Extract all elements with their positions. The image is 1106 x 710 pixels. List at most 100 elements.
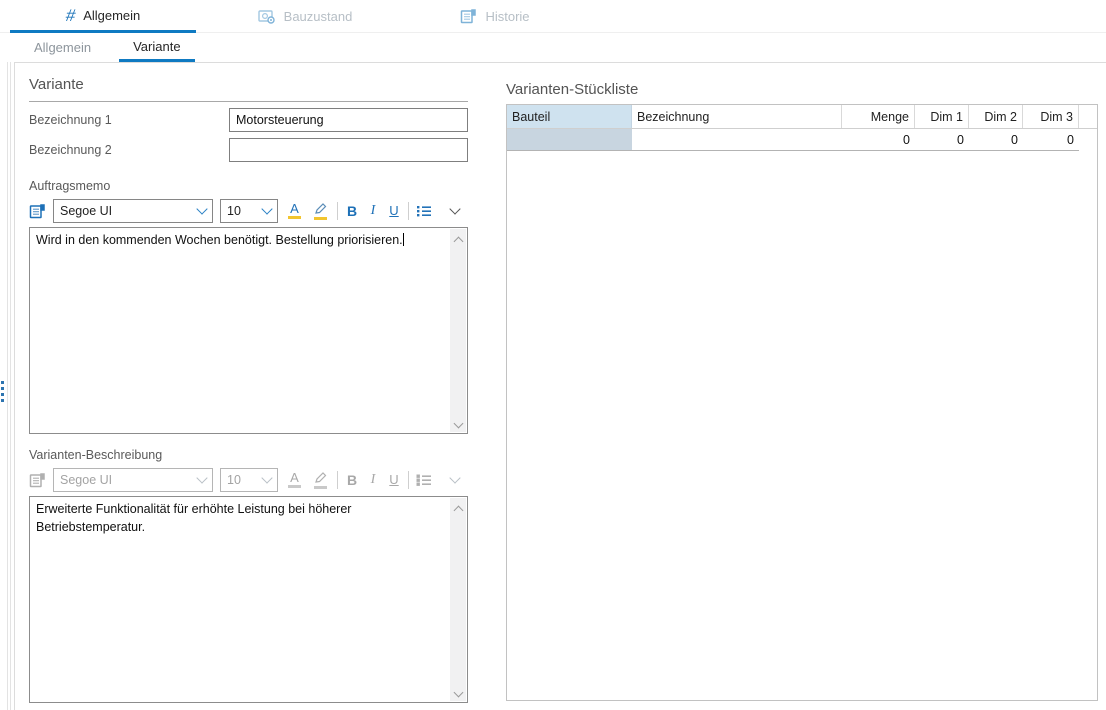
bullet-list-button[interactable] (416, 204, 432, 218)
bezeichnung2-row: Bezeichnung 2 (29, 138, 468, 162)
highlight-bar (314, 486, 327, 489)
font-color-bar (288, 485, 301, 488)
toolbar-separator (337, 471, 338, 489)
scroll-up-icon[interactable] (453, 506, 463, 516)
beschreibung-editor[interactable]: Erweiterte Funktionalität für erhöhte Le… (29, 496, 468, 703)
font-size-select[interactable]: 10 (220, 199, 278, 223)
tab-historie[interactable]: Historie (440, 0, 550, 33)
bullet-list-button-disabled[interactable] (416, 473, 432, 487)
cell-dim3[interactable]: 0 (1023, 129, 1079, 151)
italic-button[interactable]: I (366, 199, 380, 223)
cell-dim2[interactable]: 0 (969, 129, 1023, 151)
grid-header-row: Bauteil Bezeichnung Menge Dim 1 Dim 2 Di… (507, 105, 1097, 129)
tab-bauzustand[interactable]: Bauzustand (240, 0, 370, 33)
column-header-menge[interactable]: Menge (842, 105, 915, 128)
font-family-value: Segoe UI (60, 473, 112, 487)
column-header-bauteil[interactable]: Bauteil (507, 105, 632, 128)
chevron-down-icon (261, 472, 272, 483)
content-panel: Variante Bezeichnung 1 Bezeichnung 2 Auf… (14, 62, 1106, 710)
beschreibung-label: Varianten-Beschreibung (29, 448, 468, 462)
font-color-button-disabled[interactable]: A (285, 468, 304, 492)
column-header-filler (1079, 105, 1097, 128)
cell-bauteil[interactable] (507, 129, 632, 151)
font-color-label: A (290, 472, 299, 483)
column-header-dim3[interactable]: Dim 3 (1023, 105, 1079, 128)
table-row[interactable]: 0 0 0 0 (507, 129, 1097, 151)
stueckliste-section: Varianten-Stückliste Bauteil Bezeichnung… (506, 82, 1098, 701)
scroll-up-icon[interactable] (453, 237, 463, 247)
beschreibung-toolbar: Segoe UI 10 A (29, 467, 468, 493)
book-icon (460, 8, 477, 25)
tab-allgemein-label: Allgemein (83, 8, 140, 23)
subtab-variante-label: Variante (133, 39, 180, 54)
highlight-button[interactable] (311, 199, 330, 223)
underline-button[interactable]: U (387, 199, 401, 223)
font-color-bar (288, 216, 301, 219)
pencil-icon (314, 203, 327, 215)
subtab-allgemein[interactable]: Allgemein (20, 33, 105, 62)
variante-section-title: Variante (29, 77, 468, 102)
tab-bauzustand-label: Bauzustand (284, 9, 353, 24)
splitter-line (7, 62, 8, 710)
bezeichnung2-input[interactable] (229, 138, 468, 162)
cell-dim1[interactable]: 0 (915, 129, 969, 151)
italic-button-disabled[interactable]: I (366, 468, 380, 492)
memo-scrollbar[interactable] (450, 229, 466, 432)
toolbar-separator (337, 202, 338, 220)
toolbar-separator (408, 471, 409, 489)
more-options-chevron-icon[interactable] (449, 472, 460, 483)
bezeichnung2-label: Bezeichnung 2 (29, 143, 229, 157)
font-family-select[interactable]: Segoe UI (53, 199, 213, 223)
cell-menge[interactable]: 0 (842, 129, 915, 151)
font-color-label: A (290, 203, 299, 214)
hash-icon: # (64, 7, 76, 24)
bezeichnung1-input[interactable] (229, 108, 468, 132)
variante-form: Variante Bezeichnung 1 Bezeichnung 2 Auf… (29, 77, 468, 703)
auftragsmemo-label: Auftragsmemo (29, 179, 468, 193)
column-header-bezeichnung[interactable]: Bezeichnung (632, 105, 842, 128)
memo-book-icon (29, 203, 46, 220)
column-header-dim2[interactable]: Dim 2 (969, 105, 1023, 128)
subtab-variante[interactable]: Variante (119, 33, 194, 62)
bold-button[interactable]: B (345, 199, 359, 223)
pencil-icon (314, 472, 327, 484)
beschreibung-scrollbar[interactable] (450, 498, 466, 701)
splitter-line-2 (10, 62, 11, 710)
main-tab-bar: # Allgemein Bauzustand (0, 0, 1106, 33)
memo-book-icon (29, 472, 46, 489)
bold-button-disabled[interactable]: B (345, 468, 359, 492)
stueckliste-grid: Bauteil Bezeichnung Menge Dim 1 Dim 2 Di… (506, 104, 1098, 701)
beschreibung-text: Erweiterte Funktionalität für erhöhte Le… (36, 502, 351, 534)
toolbar-separator (408, 202, 409, 220)
more-options-chevron-icon[interactable] (449, 203, 460, 214)
tab-historie-label: Historie (485, 9, 529, 24)
subtab-allgemein-label: Allgemein (34, 40, 91, 55)
highlight-button-disabled[interactable] (311, 468, 330, 492)
tab-allgemein[interactable]: # Allgemein (10, 0, 196, 33)
font-family-select-disabled[interactable]: Segoe UI (53, 468, 213, 492)
bezeichnung1-label: Bezeichnung 1 (29, 113, 229, 127)
column-header-dim1[interactable]: Dim 1 (915, 105, 969, 128)
chevron-down-icon (261, 203, 272, 214)
font-color-button[interactable]: A (285, 199, 304, 223)
camera-gear-icon (258, 8, 276, 25)
font-size-value: 10 (227, 473, 241, 487)
auftragsmemo-editor[interactable]: Wird in den kommenden Wochen benötigt. B… (29, 227, 468, 434)
scroll-down-icon[interactable] (453, 419, 463, 429)
scroll-down-icon[interactable] (453, 688, 463, 698)
sub-tab-bar: Allgemein Variante (0, 33, 195, 62)
font-family-value: Segoe UI (60, 204, 112, 218)
splitter-grip[interactable] (1, 381, 4, 402)
bezeichnung1-row: Bezeichnung 1 (29, 108, 468, 132)
highlight-bar (314, 217, 327, 220)
underline-button-disabled[interactable]: U (387, 468, 401, 492)
auftragsmemo-toolbar: Segoe UI 10 A (29, 198, 468, 224)
chevron-down-icon (196, 203, 207, 214)
chevron-down-icon (196, 472, 207, 483)
application-window: # Allgemein Bauzustand (0, 0, 1106, 710)
font-size-select-disabled[interactable]: 10 (220, 468, 278, 492)
text-caret (403, 233, 404, 246)
cell-bezeichnung[interactable] (632, 129, 842, 151)
cell-filler (1079, 129, 1097, 151)
auftragsmemo-text: Wird in den kommenden Wochen benötigt. B… (36, 233, 403, 247)
